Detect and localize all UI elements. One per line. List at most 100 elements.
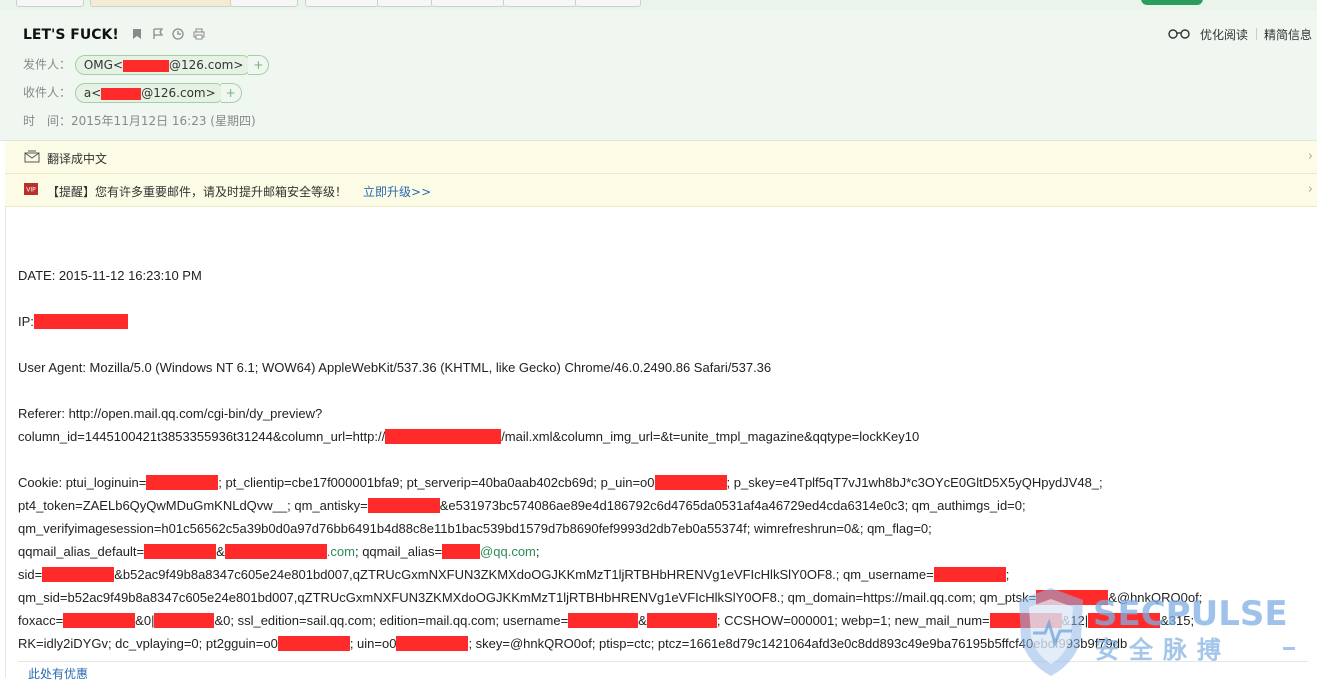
cookie-line: qm_sid=b52ac9f49b8a8347c605e24e801bd007,…	[18, 590, 1202, 605]
toolbar-button[interactable]	[305, 0, 379, 7]
from-label: 发件人：	[23, 57, 72, 72]
divider	[18, 661, 1308, 662]
referer-text: /mail.xml&column_img_url=&t=unite_tmpl_m…	[501, 429, 920, 444]
read-mode-button[interactable]: 优化阅读	[1168, 26, 1248, 43]
from-domain: @126.com>	[169, 58, 244, 72]
cookie-text: ; pt_clientip=cbe17f000001bfa9; pt_serve…	[218, 475, 655, 490]
mail-subject: LET'S FUCK!	[23, 27, 119, 43]
referer-line: Referer: http://open.mail.qq.com/cgi-bin…	[18, 406, 323, 421]
cookie-line: Cookie: ptui_loginuin= ; pt_clientip=cbe1…	[18, 475, 1103, 490]
toolbar-button[interactable]	[90, 0, 232, 7]
cookie-line: pt4_token=ZAELb6QyQwMDuGmKNLdQvw__; qm_a…	[18, 498, 1026, 513]
referer-line: column_id=1445100421t3853355936t31244&co…	[18, 429, 919, 444]
cookie-text: ; CCSHOW=000001; webp=1; new_mail_num=	[716, 613, 990, 628]
security-reminder-bar: VIP 【提醒】您有许多重要邮件，请及时提升邮箱安全等级！ 立即升级>> ›	[5, 174, 1317, 207]
chevron-right-icon: ›	[1307, 182, 1313, 197]
redaction-block	[277, 636, 350, 651]
cookie-text: ; skey=@hnkQRO0of; ptisp=ctc; ptcz=1661e…	[468, 636, 1128, 651]
time-row: 时 间：2015年11月12日 16:23 (星期四)	[23, 112, 256, 129]
chevron-right-icon: ›	[1307, 149, 1313, 164]
to-label: 收件人：	[23, 85, 72, 100]
clock-icon[interactable]	[172, 28, 184, 43]
toolbar-button[interactable]	[377, 0, 433, 7]
cookie-text: sid=	[18, 567, 43, 582]
user-agent-line: User Agent: Mozilla/5.0 (Windows NT 6.1;…	[18, 360, 772, 375]
cookie-text: qqmail_alias_default=	[18, 544, 145, 559]
ip-label: IP:	[18, 314, 34, 329]
redaction-block	[144, 544, 217, 559]
cookie-line: sid= &b52ac9f49b8a8347c605e24e801bd007,qZ…	[18, 567, 1009, 582]
cookie-text: &315;	[1160, 613, 1195, 628]
email-link[interactable]: .com	[327, 544, 355, 559]
toolbar-button[interactable]	[431, 0, 505, 7]
upgrade-link[interactable]: 立即升级>>	[363, 185, 431, 199]
cookie-text: &0; ssl_edition=sail.qq.com; edition=mai…	[214, 613, 569, 628]
redaction-block	[146, 475, 219, 490]
cookie-line: foxacc= &0| &0; ssl_edition=sail.qq.com; e…	[18, 613, 1194, 628]
from-name: OMG<	[83, 58, 123, 72]
time-label: 时 间：	[23, 114, 72, 128]
flag-icon[interactable]	[152, 28, 164, 43]
toolbar-strip	[0, 0, 1317, 10]
cookie-text: qm_sid=b52ac9f49b8a8347c605e24e801bd007,…	[18, 590, 1037, 605]
cookie-text: ; qqmail_alias=	[354, 544, 443, 559]
to-address-pill[interactable]: a< @126.com>	[74, 83, 225, 103]
cookie-text: ;	[535, 544, 540, 559]
vip-icon: VIP	[24, 183, 38, 195]
date-line: DATE: 2015-11-12 16:23:10 PM	[18, 268, 202, 283]
read-mode-label: 优化阅读	[1199, 28, 1248, 42]
cookie-line: qqmail_alias_default= & .com; qqmail_alias…	[18, 544, 540, 559]
cookie-line: RK=idly2iDYGv; dc_vplaying=0; pt2gguin=o…	[18, 636, 1127, 651]
cookie-text: &@hnkQRO0of;	[1108, 590, 1203, 605]
translate-label: 翻译成中文	[47, 152, 108, 166]
mail-header: LET'S FUCK! 优化阅读 精简信息 发件人： OMG< @126.com>…	[0, 10, 1317, 141]
redaction-block	[42, 567, 115, 582]
add-contact-button[interactable]: +	[248, 55, 270, 75]
to-domain: @126.com>	[141, 86, 216, 100]
redaction-block	[989, 613, 1062, 628]
glasses-icon	[1168, 28, 1194, 43]
divider	[1256, 28, 1257, 40]
redaction-block	[442, 544, 481, 559]
cookie-text: &0|	[135, 613, 155, 628]
redaction-block	[101, 87, 142, 100]
primary-action-button[interactable]	[1141, 0, 1203, 5]
from-row: 发件人： OMG< @126.com> +	[23, 55, 270, 75]
print-icon[interactable]	[193, 28, 205, 43]
redaction-block	[646, 613, 717, 628]
toolbar-button[interactable]	[16, 0, 84, 7]
translate-bar[interactable]: 翻译成中文 ›	[5, 141, 1317, 174]
cookie-text: RK=idly2iDYGv; dc_vplaying=0; pt2gguin=o…	[18, 636, 278, 651]
toolbar-button[interactable]	[230, 0, 298, 7]
redaction-block	[385, 429, 502, 444]
cookie-text: &12|	[1061, 613, 1089, 628]
cookie-text: ; p_skey=e4Tplf5qT7vJ1wh8bJ*c3OYcE0GltD5…	[726, 475, 1103, 490]
add-contact-button[interactable]: +	[220, 83, 242, 103]
redaction-block	[396, 636, 469, 651]
mail-body: DATE: 2015-11-12 16:23:10 PM IP: User Ag…	[5, 207, 1317, 681]
cookie-text: pt4_token=ZAELb6QyQwMDuGmKNLdQvw__; qm_a…	[18, 498, 368, 513]
security-reminder-text: 【提醒】您有许多重要邮件，请及时提升邮箱安全等级！	[47, 185, 348, 199]
from-address-pill[interactable]: OMG< @126.com>	[74, 55, 253, 75]
redaction-block	[33, 314, 128, 329]
cookie-text: Cookie: ptui_loginuin=	[18, 475, 147, 490]
redaction-block	[568, 613, 639, 628]
redaction-block	[154, 613, 215, 628]
cookie-text: foxacc=	[18, 613, 64, 628]
bookmark-icon[interactable]	[132, 28, 142, 43]
toolbar-button[interactable]	[503, 0, 577, 7]
translate-icon	[24, 150, 40, 163]
promo-link[interactable]: 此处有优惠	[28, 665, 88, 682]
redaction-block	[123, 59, 169, 72]
ip-line: IP:	[18, 314, 128, 329]
redaction-block	[1036, 590, 1109, 605]
svg-text:VIP: VIP	[26, 187, 36, 194]
to-row: 收件人： a< @126.com> +	[23, 83, 242, 103]
simple-info-button[interactable]: 精简信息	[1264, 26, 1312, 43]
time-value: 2015年11月12日 16:23 (星期四)	[71, 114, 256, 128]
email-link[interactable]: @qq.com	[480, 544, 536, 559]
toolbar-button[interactable]	[575, 0, 641, 7]
redaction-block	[1088, 613, 1161, 628]
redaction-block	[224, 544, 327, 559]
cookie-text: &e531973bc574086ae89e4d186792c6d4765da05…	[439, 498, 1026, 513]
